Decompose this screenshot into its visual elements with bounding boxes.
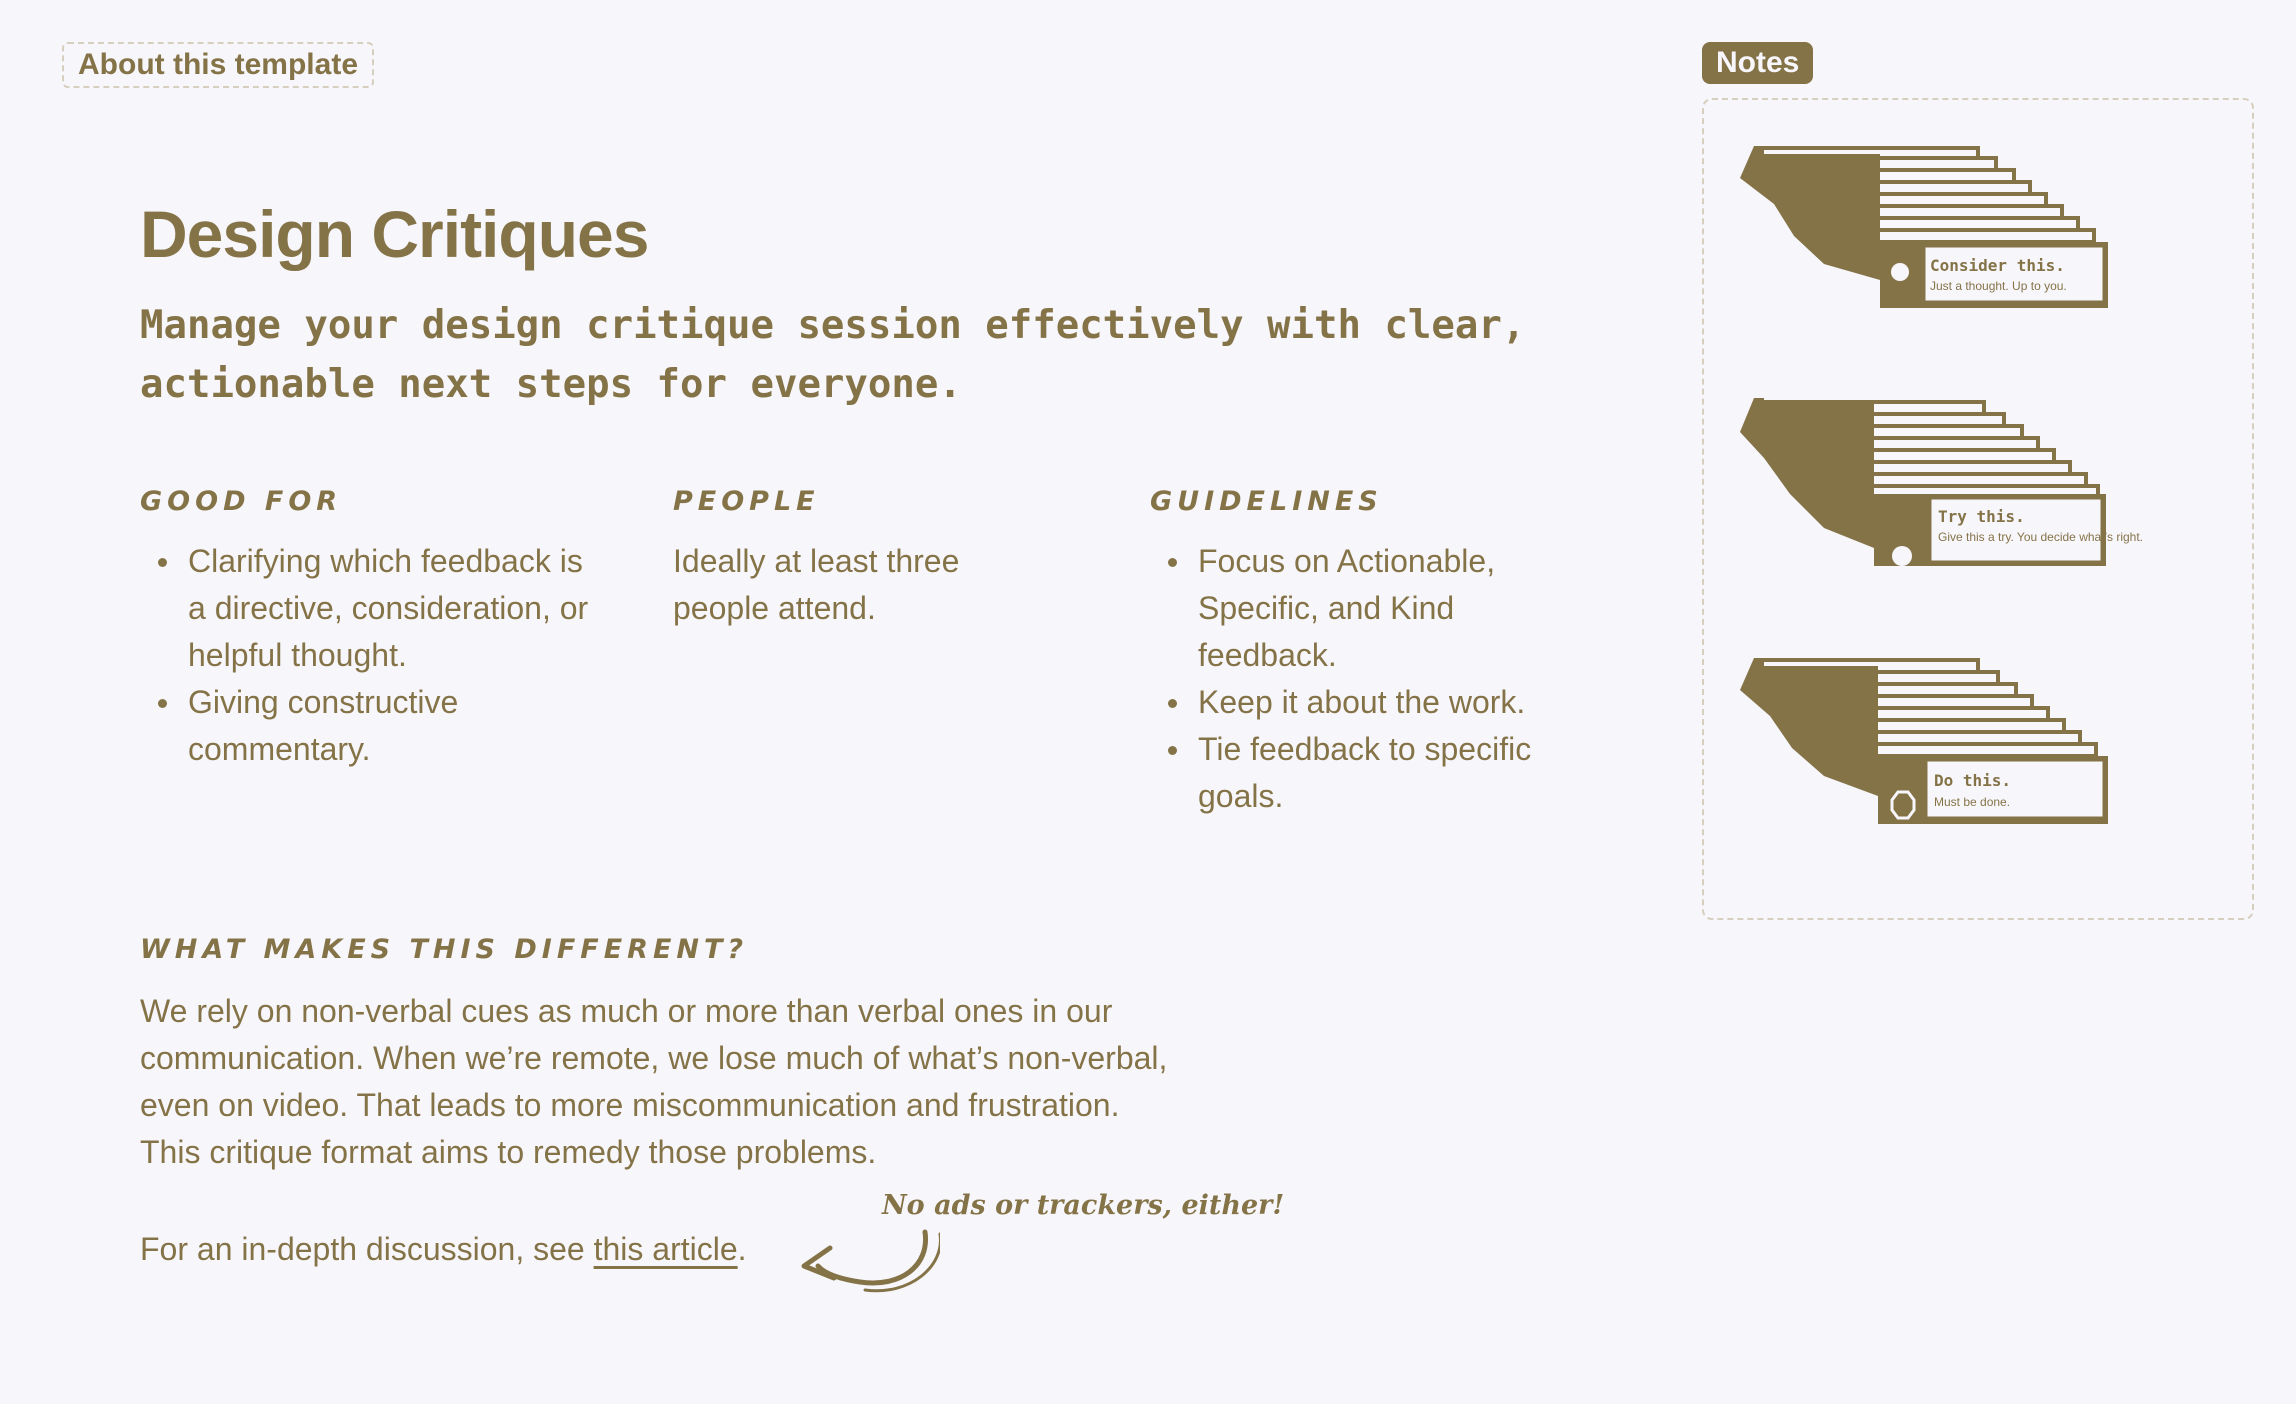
article-suffix: . <box>737 1231 747 1267</box>
people-label: PEOPLE <box>673 486 820 517</box>
list-item: Tie feedback to specific goals. <box>1150 726 1550 820</box>
handwritten-note: No ads or trackers, either! <box>882 1190 1285 1221</box>
card-subtitle-try: Give this a try. You decide what’s right… <box>1938 530 2143 544</box>
guidelines-list: Focus on Actionable, Specific, and Kind … <box>1150 538 1550 820</box>
page-subtitle: Manage your design critique session effe… <box>140 303 1526 407</box>
different-label: WHAT MAKES THIS DIFFERENT? <box>140 934 749 965</box>
card-title-consider: Consider this. <box>1930 256 2065 275</box>
card-subtitle-consider: Just a thought. Up to you. <box>1930 279 2067 293</box>
list-item: Keep it about the work. <box>1150 679 1550 726</box>
tab-about-this-template[interactable]: About this template <box>62 42 375 88</box>
article-link[interactable]: this article <box>594 1231 738 1267</box>
page-title: Design Critiques <box>140 197 649 271</box>
note-stack-try: Try this. Give this a try. You decide wh… <box>1740 398 2143 566</box>
guidelines-label: GUIDELINES <box>1150 486 1383 517</box>
good-for-label: GOOD FOR <box>140 486 343 517</box>
article-prefix: For an in-depth discussion, see <box>140 1231 594 1267</box>
list-item: Giving constructive commentary. <box>140 679 600 773</box>
people-text: Ideally at least three people attend. <box>673 543 960 626</box>
list-item: Clarifying which feedback is a directive… <box>140 538 600 679</box>
notes-badge: Notes <box>1702 42 1814 84</box>
good-for-list: Clarifying which feedback is a directive… <box>140 538 600 773</box>
notes-panel: Consider this. Just a thought. Up to you… <box>1702 98 2254 920</box>
card-title-try: Try this. <box>1938 507 2025 526</box>
different-paragraph: We rely on non-verbal cues as much or mo… <box>140 993 1168 1170</box>
note-stack-do: Do this. Must be done. <box>1740 658 2108 824</box>
article-line: For an in-depth discussion, see this art… <box>140 1226 747 1273</box>
curved-arrow-icon <box>801 1229 940 1293</box>
list-item: Focus on Actionable, Specific, and Kind … <box>1150 538 1550 679</box>
card-title-do: Do this. <box>1934 771 2011 790</box>
note-stack-consider: Consider this. Just a thought. Up to you… <box>1740 146 2108 308</box>
card-subtitle-do: Must be done. <box>1934 795 2010 809</box>
